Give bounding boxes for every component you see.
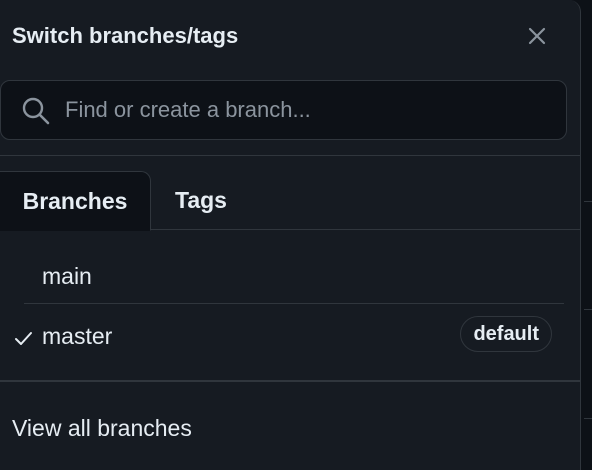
tab-bar: Branches Tags xyxy=(0,171,580,231)
panel-header: Switch branches/tags xyxy=(0,0,580,72)
tab-tags[interactable]: Tags xyxy=(151,171,251,230)
branch-name: main xyxy=(42,263,92,289)
branch-switcher-panel: Switch branches/tags Branches Tags main … xyxy=(0,0,581,470)
search-icon xyxy=(22,97,50,125)
branch-name: master xyxy=(42,323,113,349)
backdrop-divider xyxy=(584,309,592,310)
branch-search-input[interactable] xyxy=(65,91,555,129)
view-all-branches-link[interactable]: View all branches xyxy=(12,414,192,442)
divider xyxy=(0,380,580,382)
row-divider xyxy=(24,303,564,304)
close-button[interactable] xyxy=(520,20,554,52)
backdrop-divider xyxy=(584,201,592,202)
divider xyxy=(0,155,580,156)
close-icon xyxy=(528,27,546,45)
default-badge: default xyxy=(460,316,552,352)
check-icon xyxy=(15,332,32,345)
search-box xyxy=(0,80,567,140)
panel-title: Switch branches/tags xyxy=(12,23,239,48)
tab-branches[interactable]: Branches xyxy=(0,171,151,231)
branch-item-main[interactable]: main xyxy=(12,246,564,304)
branch-item-master[interactable]: master default xyxy=(12,306,552,364)
backdrop-divider xyxy=(584,418,592,419)
